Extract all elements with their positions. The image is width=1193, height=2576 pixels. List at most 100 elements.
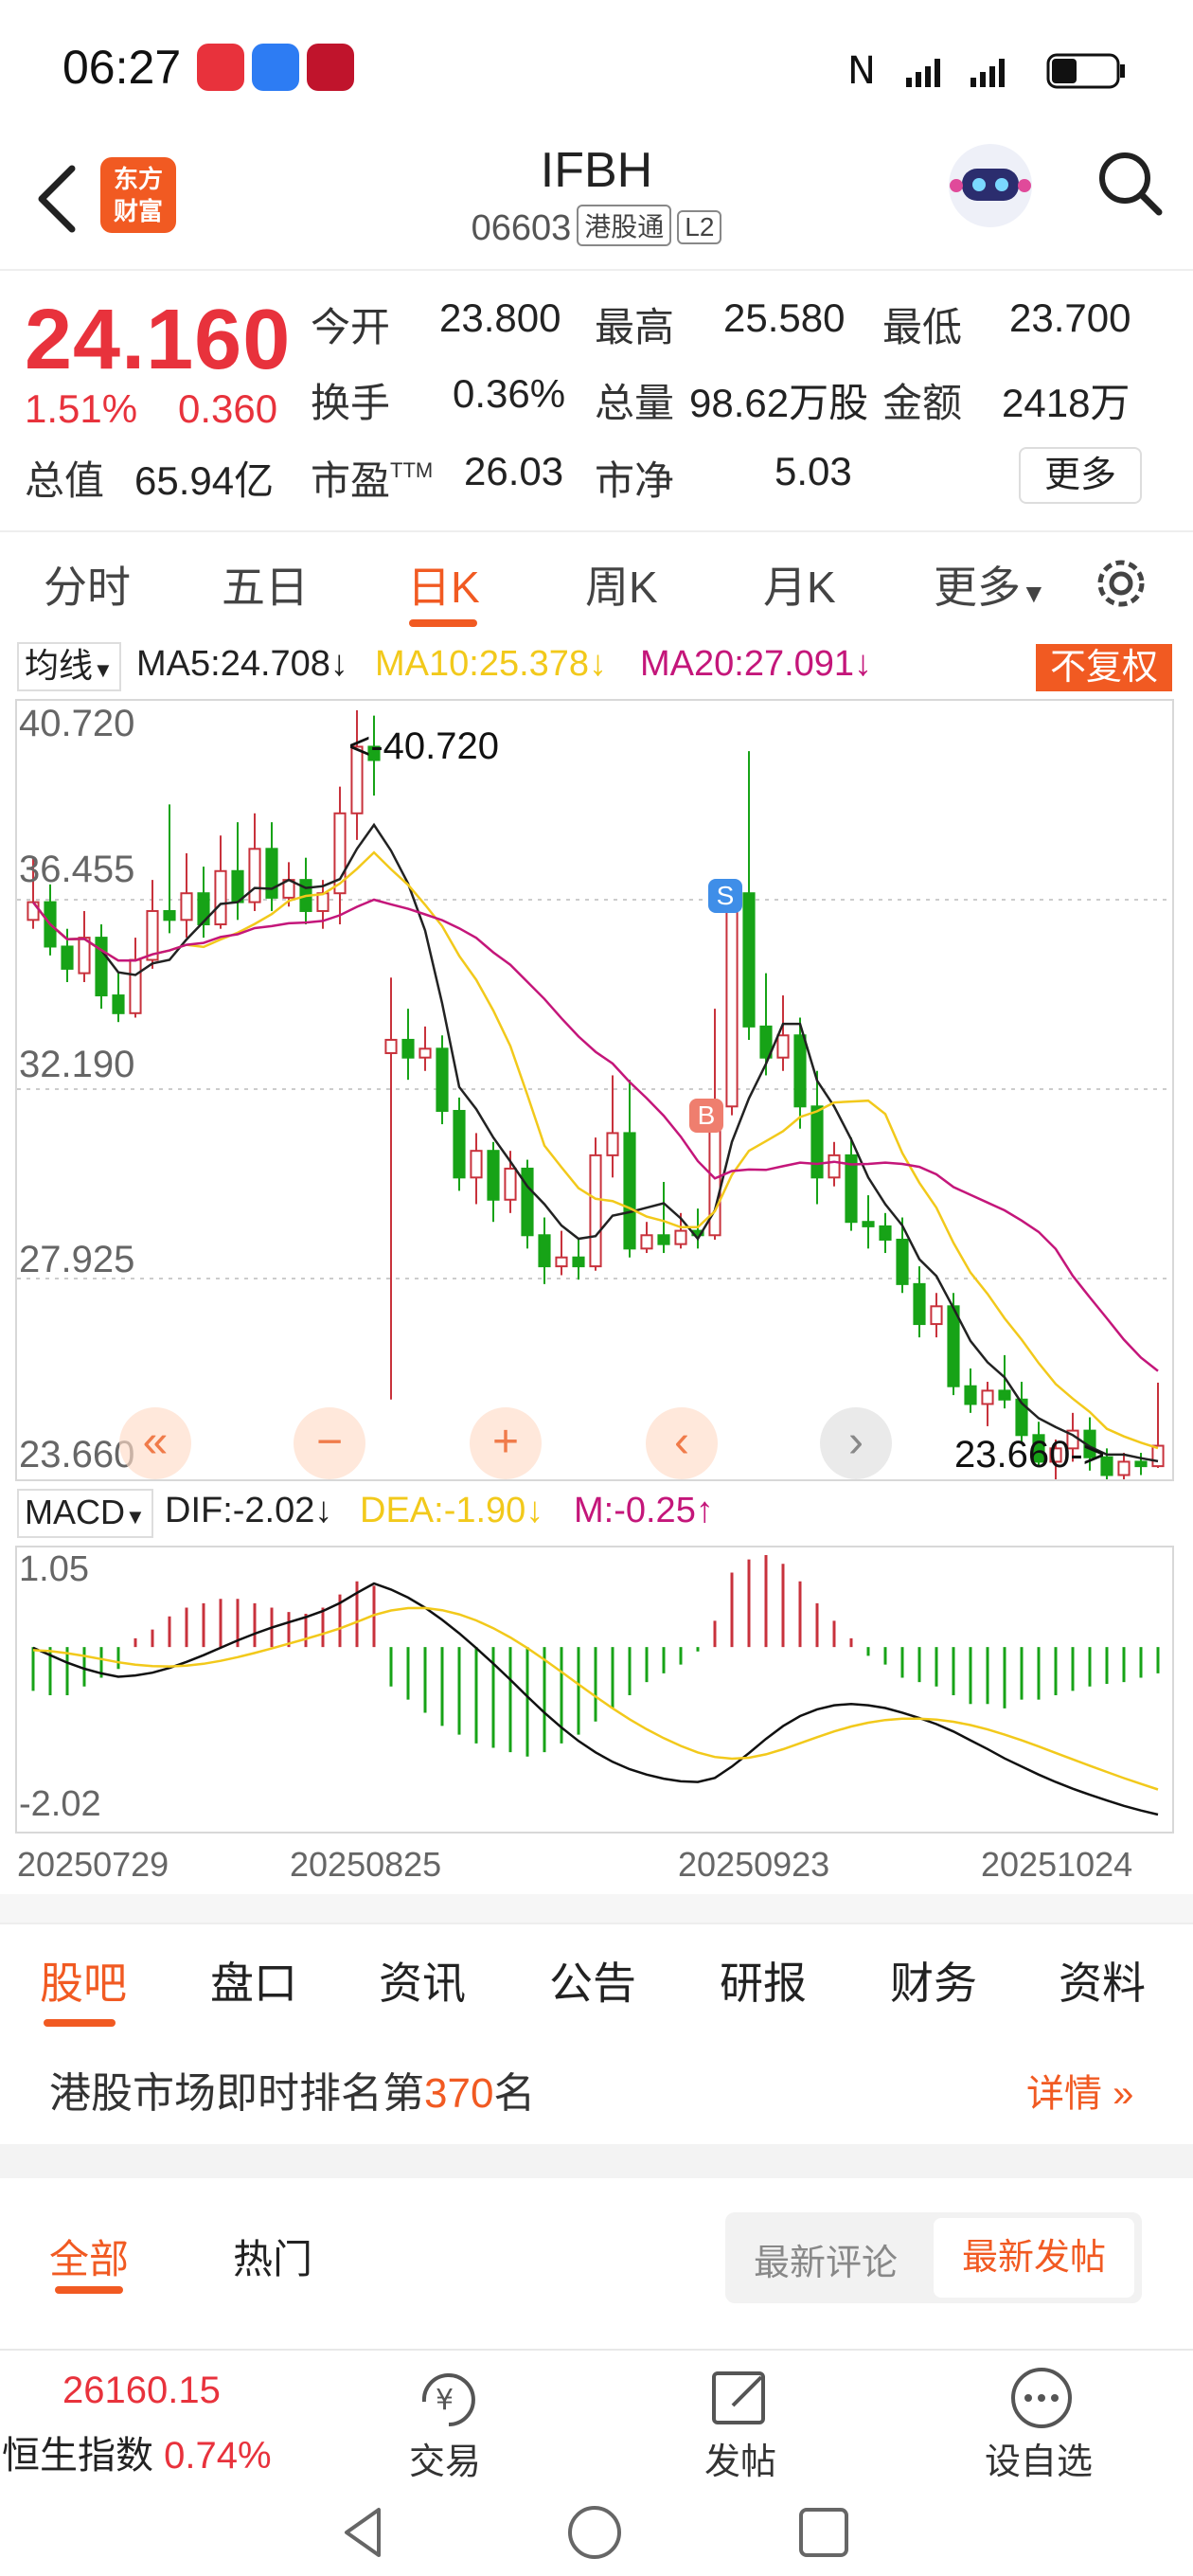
sort-latest-post[interactable]: 最新发帖 (934, 2218, 1134, 2298)
post-icon[interactable] (704, 2364, 780, 2430)
candle (657, 1234, 670, 1245)
low-label: 最低 (882, 305, 963, 349)
change-pct: 1.51% (25, 386, 138, 431)
volume-label: 总量 (595, 381, 675, 425)
mktcap-label: 总值 (25, 458, 105, 503)
kline-chart[interactable]: 40.720 36.455 32.190 27.925 23.660 <-40.… (15, 699, 1174, 1481)
candle (197, 892, 210, 926)
ranking-detail-link[interactable]: 详情 » (1026, 2063, 1133, 2118)
candle (163, 909, 176, 921)
change-amt: 0.360 (178, 386, 278, 431)
pb-value: 5.03 (775, 449, 852, 493)
zoom-out-button[interactable]: − (294, 1407, 365, 1479)
scroll-start-button[interactable]: « (119, 1407, 191, 1479)
candle (606, 1132, 619, 1156)
y-label-3: 32.190 (19, 1044, 135, 1085)
candle (879, 1225, 892, 1241)
candle (674, 1229, 687, 1245)
post-label[interactable]: 发帖 (704, 2432, 776, 2484)
candle (981, 1389, 994, 1405)
feed-tabs: 全部 热门 最新评论 最新发帖 (0, 2178, 1193, 2339)
nav-back-icon[interactable] (337, 2504, 394, 2561)
ma20-value: MA20:27.091↓ (640, 644, 873, 684)
tab-research[interactable]: 研报 (720, 1949, 807, 2012)
candle (316, 892, 329, 912)
index-value[interactable]: 26160.15 (62, 2370, 221, 2412)
feed-tab-hot[interactable]: 热门 (233, 2227, 312, 2285)
macd-svg (31, 1555, 1160, 1816)
ma20-line (32, 898, 1159, 1372)
index-name[interactable]: 恒生指数 0.74% (2, 2424, 272, 2479)
scroll-left-button[interactable]: ‹ (646, 1407, 718, 1479)
ma-selector[interactable]: 均线▼ (17, 642, 121, 691)
robot-assistant-icon[interactable] (943, 136, 1038, 231)
zoom-in-button[interactable]: + (470, 1407, 542, 1479)
system-nav-bar (0, 2491, 1193, 2576)
indicator-selector[interactable]: MACD▼ (17, 1489, 153, 1538)
more-dots-icon[interactable] (1007, 2364, 1083, 2430)
scroll-right-button[interactable]: › (820, 1407, 892, 1479)
tab-five-day[interactable]: 五日 (222, 553, 309, 616)
high-marker: <-40.720 (348, 725, 500, 767)
trade-label[interactable]: 交易 (409, 2432, 481, 2484)
buy-tag[interactable]: B (689, 1099, 723, 1133)
tab-intraday[interactable]: 分时 (44, 553, 131, 616)
open-value: 23.800 (439, 295, 561, 340)
bottom-toolbar: 26160.15 恒生指数 0.74% ¥ 交易 发帖 设自选 (0, 2349, 1193, 2491)
info-tabs: 股吧 盘口 资讯 公告 研报 财务 资料 (0, 1923, 1193, 2029)
turnover-value: 0.36% (453, 371, 566, 416)
candle (231, 869, 244, 903)
candle (725, 892, 739, 1108)
more-quote-button[interactable]: 更多 (1019, 447, 1142, 504)
watchlist-label[interactable]: 设自选 (985, 2432, 1093, 2484)
tab-news[interactable]: 资讯 (379, 1949, 466, 2012)
candle (930, 1305, 943, 1326)
adjust-type-button[interactable]: 不复权 (1036, 644, 1172, 691)
candle (453, 1109, 466, 1179)
svg-text:¥: ¥ (436, 2384, 454, 2417)
tab-announcements[interactable]: 公告 (549, 1949, 636, 2012)
level-badge: L2 (677, 210, 722, 244)
nav-home-icon[interactable] (564, 2504, 625, 2565)
candle (964, 1385, 977, 1405)
date-label-3: 20250923 (678, 1845, 830, 1884)
candle (27, 901, 40, 921)
feed-tab-indicator (55, 2286, 123, 2294)
candle (538, 1234, 551, 1268)
trade-icon[interactable]: ¥ (411, 2364, 487, 2430)
tab-more-periods[interactable]: 更多▼ (934, 553, 1047, 616)
sell-tag[interactable]: S (708, 879, 742, 913)
tab-orderbook[interactable]: 盘口 (210, 1949, 297, 2012)
stock-code: 06603 (471, 208, 572, 248)
candle (1117, 1460, 1131, 1476)
low-value: 23.700 (1009, 295, 1131, 340)
candle (640, 1234, 653, 1250)
candle (572, 1256, 585, 1268)
candle (248, 848, 261, 903)
candle (776, 1034, 790, 1059)
kline-period-tabs: 分时 五日 日K 周K 月K 更多▼ (0, 530, 1193, 635)
candle (418, 1047, 432, 1059)
settings-gear-icon[interactable] (1091, 553, 1151, 614)
tab-monthly-k[interactable]: 月K (763, 553, 836, 616)
tab-daily-k[interactable]: 日K (407, 553, 480, 616)
candle (384, 1038, 398, 1055)
amount-value: 2418万 (1002, 381, 1131, 425)
search-icon[interactable] (1093, 146, 1168, 222)
feed-tab-all[interactable]: 全部 (49, 2227, 129, 2285)
tab-guba[interactable]: 股吧 (40, 1949, 127, 2012)
tab-financials[interactable]: 财务 (890, 1949, 977, 2012)
candle (265, 848, 278, 899)
tab-profile[interactable]: 资料 (1059, 1949, 1146, 2012)
ranking-bar[interactable]: 港股市场即时排名第370名 详情 » (0, 2030, 1193, 2146)
pb-label: 市净 (595, 458, 675, 503)
messages-icon (252, 44, 299, 91)
tab-weekly-k[interactable]: 周K (585, 553, 658, 616)
sort-latest-comment[interactable]: 最新评论 (754, 2233, 898, 2285)
sort-toggle: 最新评论 最新发帖 (725, 2212, 1142, 2303)
low-marker: 23.660-> (954, 1434, 1106, 1476)
macd-chart[interactable]: 1.05 -2.02 (15, 1546, 1174, 1834)
dropdown-arrow-icon: ▼ (1021, 579, 1047, 608)
app-gallery-icon (197, 44, 244, 91)
nav-recents-icon[interactable] (795, 2504, 852, 2561)
